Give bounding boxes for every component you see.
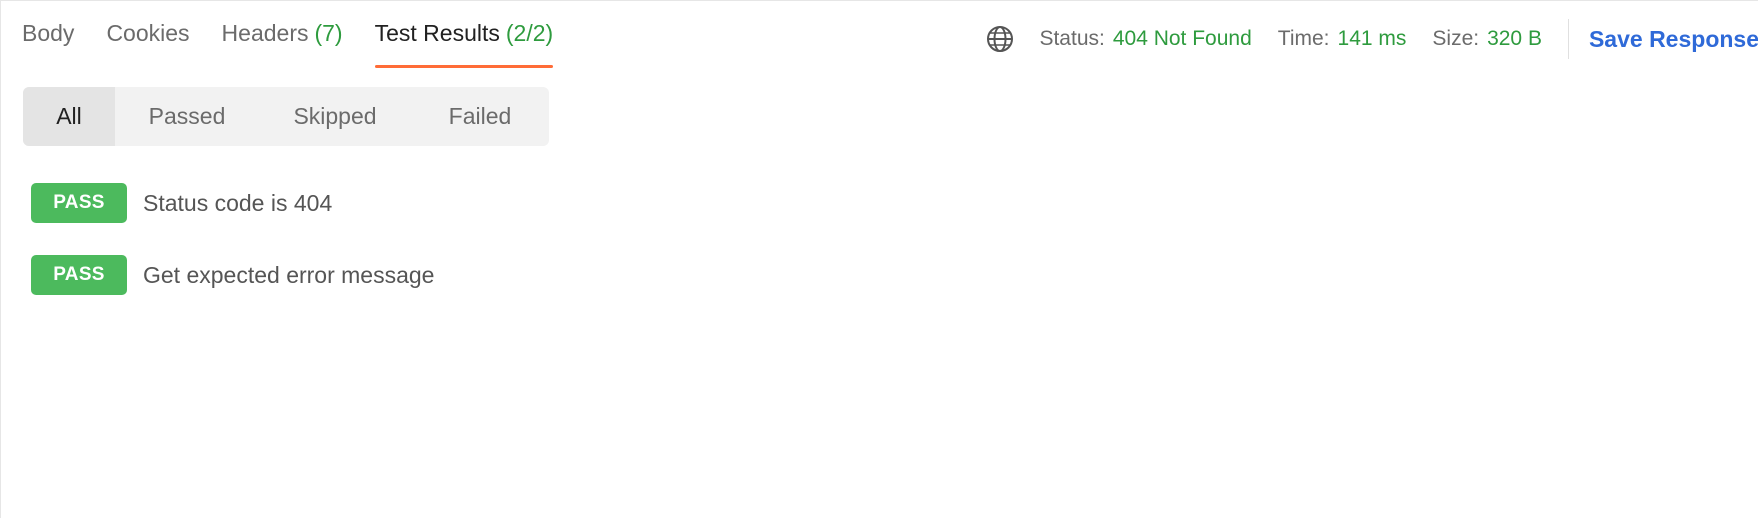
tab-test-results[interactable]: Test Results (2/2) bbox=[374, 19, 554, 69]
test-name: Get expected error message bbox=[143, 261, 435, 288]
filter-skipped[interactable]: Skipped bbox=[259, 87, 411, 146]
tab-test-results-count: (2/2) bbox=[505, 20, 554, 46]
response-panel: Body Cookies Headers (7) Test Results (2/2… bbox=[0, 0, 1758, 518]
response-toolbar: Body Cookies Headers (7) Test Results (2/2… bbox=[1, 1, 1758, 73]
tab-cookies-label: Cookies bbox=[106, 20, 190, 46]
size-label: Size: bbox=[1432, 27, 1480, 50]
filter-passed[interactable]: Passed bbox=[115, 87, 259, 146]
globe-icon[interactable] bbox=[985, 24, 1015, 54]
test-result-filter: All Passed Skipped Failed bbox=[23, 87, 549, 146]
list-item: PASS Get expected error message bbox=[31, 255, 434, 295]
filter-failed[interactable]: Failed bbox=[411, 87, 549, 146]
status-indicator[interactable]: Status: 404 Not Found bbox=[1039, 27, 1251, 51]
tab-headers-label: Headers bbox=[221, 20, 309, 46]
tab-cookies[interactable]: Cookies bbox=[106, 19, 189, 69]
pass-badge: PASS bbox=[31, 183, 127, 223]
time-value: 141 ms bbox=[1337, 27, 1407, 50]
size-value: 320 B bbox=[1487, 27, 1542, 50]
pass-badge: PASS bbox=[31, 255, 127, 295]
tab-headers[interactable]: Headers (7) bbox=[222, 19, 343, 69]
save-response-button[interactable]: Save Response bbox=[1589, 26, 1758, 53]
tab-body[interactable]: Body bbox=[22, 19, 74, 69]
response-tabs: Body Cookies Headers (7) Test Results (2/2… bbox=[22, 19, 553, 69]
test-results-list: PASS Status code is 404 PASS Get expecte… bbox=[31, 183, 434, 327]
status-label: Status: bbox=[1039, 27, 1105, 50]
tab-body-label: Body bbox=[22, 20, 75, 46]
filter-all[interactable]: All bbox=[23, 87, 115, 146]
time-indicator[interactable]: Time: 141 ms bbox=[1278, 27, 1407, 51]
response-meta: Status: 404 Not Found Time: 141 ms Size: 32… bbox=[985, 19, 1758, 59]
test-name: Status code is 404 bbox=[143, 189, 333, 216]
toolbar-divider bbox=[1567, 19, 1569, 59]
list-item: PASS Status code is 404 bbox=[31, 183, 434, 223]
tab-headers-count: (7) bbox=[314, 20, 343, 46]
tab-test-results-label: Test Results bbox=[374, 20, 500, 46]
time-label: Time: bbox=[1277, 27, 1330, 50]
status-value: 404 Not Found bbox=[1112, 27, 1252, 50]
size-indicator[interactable]: Size: 320 B bbox=[1432, 27, 1542, 51]
